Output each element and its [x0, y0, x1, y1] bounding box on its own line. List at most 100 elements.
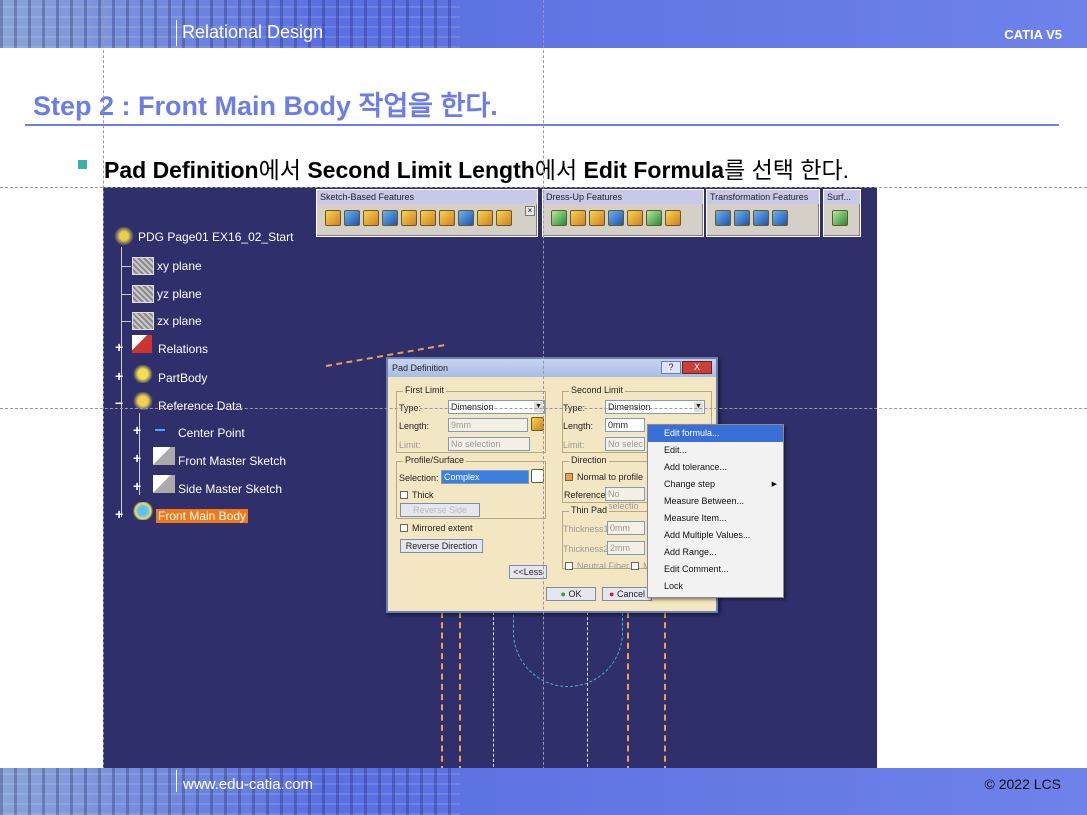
- sketch-line: [493, 612, 495, 768]
- close-button[interactable]: X: [682, 361, 712, 374]
- neutral-fiber-label: Neutral Fiber: [577, 561, 630, 571]
- second-length-field[interactable]: 0mm: [605, 418, 645, 432]
- chevron-down-icon[interactable]: ▼: [694, 402, 703, 412]
- menu-item-edit[interactable]: Edit...: [648, 442, 783, 459]
- context-menu[interactable]: Edit formula... Edit... Add tolerance...…: [647, 424, 784, 598]
- close-icon[interactable]: ×: [525, 206, 535, 216]
- expand-icon[interactable]: +: [133, 450, 141, 466]
- toolbar-title: Sketch-Based Features: [317, 190, 537, 204]
- shell-icon[interactable]: [608, 210, 624, 226]
- thickness1-field[interactable]: 0mm: [607, 521, 645, 535]
- tree-branch: [121, 321, 131, 322]
- instr-text-3: 를 선택 한다.: [724, 157, 850, 183]
- chevron-down-icon[interactable]: ▼: [534, 402, 543, 412]
- expand-icon[interactable]: +: [133, 422, 141, 438]
- reference-field[interactable]: No selectio: [605, 487, 645, 511]
- toolbar-surface[interactable]: Surf...: [823, 189, 861, 237]
- tree-item-reference-data[interactable]: Reference Data: [158, 399, 242, 413]
- pattern-icon[interactable]: [753, 210, 769, 226]
- menu-item-edit-comment[interactable]: Edit Comment...: [648, 561, 783, 578]
- profile-selection-field[interactable]: Complex: [441, 470, 529, 484]
- tree-item-yz-plane[interactable]: yz plane: [157, 287, 202, 301]
- thickness-icon[interactable]: [627, 210, 643, 226]
- dialog-title-text: Pad Definition: [392, 363, 449, 373]
- hole-icon[interactable]: [401, 210, 417, 226]
- pocket-icon[interactable]: [344, 210, 360, 226]
- chamfer-icon[interactable]: [570, 210, 586, 226]
- tree-item-zx-plane[interactable]: zx plane: [157, 314, 202, 328]
- pad-icon[interactable]: [325, 210, 341, 226]
- toolbar-transformation[interactable]: Transformation Features: [706, 189, 820, 237]
- shaft-icon[interactable]: [363, 210, 379, 226]
- product-name: CATIA V5: [1004, 27, 1062, 42]
- toolbar-sketch-based[interactable]: Sketch-Based Features ×: [316, 189, 538, 237]
- scaling-icon[interactable]: [772, 210, 788, 226]
- thickness2-field[interactable]: 2mm: [607, 541, 645, 555]
- rib-icon[interactable]: [420, 210, 436, 226]
- tree-item-xy-plane[interactable]: xy plane: [157, 259, 202, 273]
- expand-icon[interactable]: +: [115, 339, 123, 355]
- tree-root[interactable]: PDG Page01 EX16_02_Start: [138, 230, 293, 244]
- groove-icon[interactable]: [382, 210, 398, 226]
- menu-item-change-step[interactable]: Change step ▶: [648, 476, 783, 493]
- ok-button[interactable]: ● OK: [546, 587, 596, 601]
- neutral-fiber-checkbox[interactable]: [565, 562, 573, 570]
- merge-checkbox[interactable]: [631, 562, 639, 570]
- toolbar-dress-up[interactable]: Dress-Up Features: [542, 189, 704, 237]
- menu-item-add-multiple-values[interactable]: Add Multiple Values...: [648, 527, 783, 544]
- reverse-direction-button[interactable]: Reverse Direction: [400, 539, 483, 553]
- help-button[interactable]: ?: [661, 361, 681, 374]
- cancel-button[interactable]: ● Cancel: [602, 587, 652, 601]
- toolbar-title: Surf...: [824, 190, 860, 204]
- expand-icon[interactable]: +: [133, 478, 141, 494]
- thick-checkbox[interactable]: [400, 491, 408, 499]
- mirror-icon[interactable]: [734, 210, 750, 226]
- remove-loft-icon[interactable]: [496, 210, 512, 226]
- translate-icon[interactable]: [715, 210, 731, 226]
- draft-icon[interactable]: [589, 210, 605, 226]
- expand-icon[interactable]: +: [115, 506, 123, 522]
- menu-item-edit-formula[interactable]: Edit formula...: [648, 425, 783, 442]
- bullet-icon: [78, 160, 87, 169]
- instr-bold-1: Pad Definition: [104, 157, 259, 183]
- catia-viewport[interactable]: Sketch-Based Features × Dress-Up Feature…: [103, 187, 877, 768]
- tree-item-partbody[interactable]: PartBody: [158, 371, 207, 385]
- tree-item-side-master-sketch[interactable]: Side Master Sketch: [178, 482, 282, 496]
- limit-label: Limit:: [563, 440, 585, 450]
- slot-icon[interactable]: [439, 210, 455, 226]
- part-icon: [113, 227, 135, 245]
- menu-item-measure-between[interactable]: Measure Between...: [648, 493, 783, 510]
- menu-item-add-range[interactable]: Add Range...: [648, 544, 783, 561]
- normal-to-profile-checkbox[interactable]: [565, 473, 573, 481]
- ok-label: OK: [568, 589, 582, 599]
- second-type-combo[interactable]: Dimension ▼: [605, 400, 705, 414]
- second-limit-field[interactable]: No selec: [605, 437, 645, 451]
- tree-item-front-master-sketch[interactable]: Front Master Sketch: [178, 454, 286, 468]
- reference-label: Reference:: [564, 490, 609, 500]
- tree-item-relations[interactable]: Relations: [158, 342, 208, 356]
- instr-bold-2: Second Limit Length: [307, 157, 535, 183]
- fillet-icon[interactable]: [551, 210, 567, 226]
- relations-icon: [132, 335, 152, 353]
- less-button[interactable]: <<Less: [509, 565, 547, 579]
- mirrored-checkbox[interactable]: [400, 524, 408, 532]
- thread-icon[interactable]: [646, 210, 662, 226]
- first-type-combo[interactable]: Dimension ▼: [448, 400, 545, 414]
- menu-item-lock[interactable]: Lock: [648, 578, 783, 595]
- dialog-title: Pad Definition ? X: [388, 359, 716, 377]
- group-title: Direction: [569, 455, 609, 465]
- first-limit-field[interactable]: No selection: [448, 437, 530, 451]
- tree-item-center-point[interactable]: Center Point: [178, 426, 245, 440]
- first-length-field[interactable]: 9mm: [448, 418, 528, 432]
- title-divider: [25, 124, 1059, 126]
- footer-copyright: © 2022 LCS: [984, 776, 1061, 792]
- loft-icon[interactable]: [477, 210, 493, 226]
- tree-item-front-main-body[interactable]: Front Main Body: [156, 509, 249, 523]
- surface-icon[interactable]: [832, 210, 848, 226]
- expand-icon[interactable]: +: [115, 368, 123, 384]
- menu-item-add-tolerance[interactable]: Add tolerance...: [648, 459, 783, 476]
- reverse-side-button[interactable]: Reverse Side: [400, 503, 480, 517]
- remove-face-icon[interactable]: [665, 210, 681, 226]
- stiffener-icon[interactable]: [458, 210, 474, 226]
- menu-item-measure-item[interactable]: Measure Item...: [648, 510, 783, 527]
